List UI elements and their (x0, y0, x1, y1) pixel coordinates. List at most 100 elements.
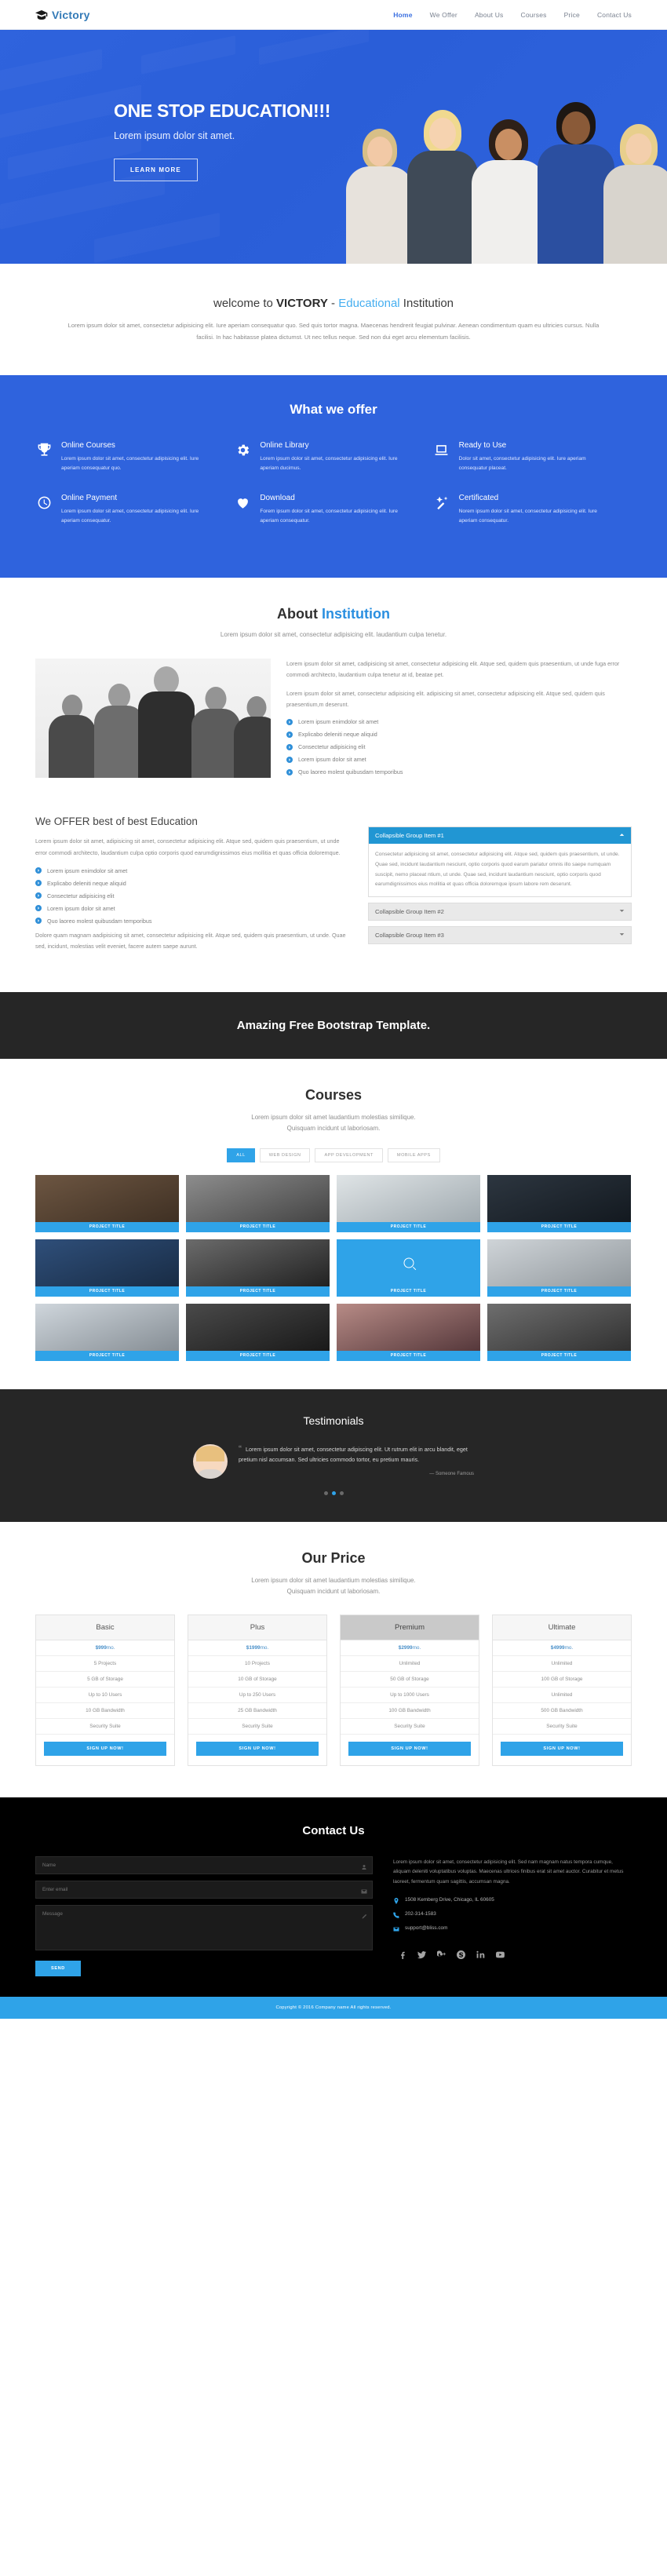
contact-title: Contact Us (302, 1823, 365, 1837)
list-item-label: Quo laoreo molest quibusdam temporibus (298, 768, 403, 776)
about-title: About Institution (35, 606, 632, 622)
plan-feature: 5 Projects (36, 1656, 174, 1672)
course-caption: PROJECT TITLE (487, 1286, 631, 1297)
brand-name: Victory (52, 8, 90, 21)
best-education-section: We OFFER best of best Education Lorem ip… (0, 789, 667, 991)
course-caption: PROJECT TITLE (186, 1286, 330, 1297)
nav-item-we-offer[interactable]: We Offer (430, 11, 457, 19)
heart-icon (234, 494, 251, 526)
offer-item-certificated: Certificated Norem ipsum dolor sit amet,… (433, 494, 632, 526)
check-circle-icon (35, 905, 42, 912)
email-input[interactable] (35, 1880, 373, 1899)
carousel-dot-2[interactable] (331, 1491, 336, 1495)
check-circle-icon (286, 718, 293, 725)
contact-email: support@bliss.com (393, 1925, 632, 1932)
signup-button[interactable]: SIGN UP NOW! (348, 1741, 471, 1756)
nav-item-price[interactable]: Price (564, 11, 580, 19)
course-card[interactable]: PROJECT TITLE (487, 1303, 631, 1361)
skype-icon[interactable] (457, 1950, 465, 1960)
twitter-icon[interactable] (417, 1950, 426, 1959)
course-card[interactable]: PROJECT TITLE (186, 1174, 330, 1232)
course-card[interactable]: PROJECT TITLE (337, 1303, 480, 1361)
filter-app-development[interactable]: APP DEVELOPMENT (315, 1148, 383, 1162)
list-item-label: Lorem ipsum dolor sit amet (298, 756, 366, 764)
hero-title: ONE STOP EDUCATION!!! (114, 100, 331, 122)
hero-students-photo (337, 61, 667, 264)
course-caption: PROJECT TITLE (35, 1286, 179, 1297)
nav-item-home[interactable]: Home (393, 11, 412, 19)
course-card[interactable]: PROJECT TITLE (186, 1239, 330, 1297)
plan-price: $2999mo. (341, 1640, 479, 1656)
about-paragraph-1: Lorem ipsum dolor sit amet, cadipisicing… (286, 660, 620, 679)
nav-item-about-us[interactable]: About Us (475, 11, 504, 19)
filter-web-design[interactable]: WEB DESIGN (259, 1148, 311, 1162)
quote-icon: “ (239, 1443, 242, 1454)
course-card-hover[interactable]: PROJECT TITLE (337, 1239, 480, 1297)
carousel-dot-3[interactable] (339, 1491, 344, 1495)
course-caption: PROJECT TITLE (487, 1221, 631, 1232)
plan-feature: 10 Projects (188, 1656, 326, 1672)
accordion-header-3[interactable]: Collapsible Group Item #3 (369, 926, 631, 943)
offer-item-text: Forem ipsum dolor sit amet, consectetur … (260, 508, 398, 524)
plan-price-value: $1999 (246, 1644, 261, 1651)
course-caption: PROJECT TITLE (337, 1221, 480, 1232)
pricing-plan-ultimate: Ultimate $4999mo. Unlimited 100 GB of St… (492, 1614, 632, 1766)
plan-feature: Security Suite (36, 1719, 174, 1735)
about-students-photo (35, 659, 271, 779)
plan-name: Plus (188, 1615, 326, 1640)
accordion-header-2[interactable]: Collapsible Group Item #2 (369, 903, 631, 920)
google-plus-icon[interactable] (436, 1950, 446, 1958)
linkedin-icon[interactable] (476, 1950, 485, 1958)
check-circle-icon (286, 743, 293, 750)
offer-item-text: Lorem ipsum dolor sit amet, consectetur … (61, 508, 199, 524)
avatar (193, 1443, 228, 1479)
youtube-icon[interactable] (496, 1950, 505, 1958)
facebook-icon[interactable] (398, 1950, 406, 1960)
course-card[interactable]: PROJECT TITLE (35, 1174, 179, 1232)
course-card[interactable]: PROJECT TITLE (186, 1303, 330, 1361)
list-item-label: Quo laoreo molest quibusdam temporibus (47, 917, 152, 925)
cta-title: Amazing Free Bootstrap Template. (236, 1018, 431, 1032)
learn-more-button[interactable]: LEARN MORE (114, 158, 198, 181)
nav-item-contact-us[interactable]: Contact Us (597, 11, 632, 19)
plan-price: $4999mo. (493, 1640, 631, 1656)
course-card[interactable]: PROJECT TITLE (487, 1174, 631, 1232)
offer-item-title: Online Courses (61, 440, 115, 450)
check-circle-icon (35, 867, 42, 874)
plan-feature: 100 GB of Storage (493, 1672, 631, 1688)
accordion-title: Collapsible Group Item #3 (375, 931, 444, 939)
brand-logo[interactable]: Victory (35, 9, 90, 21)
testimonial-quote: Lorem ipsum dolor sit amet, consectetur … (239, 1445, 468, 1464)
list-item: Lorem ipsum enimdolor sit amet (286, 718, 632, 725)
accordion-header-1[interactable]: Collapsible Group Item #1 (369, 827, 631, 845)
name-input[interactable] (35, 1855, 373, 1874)
carousel-dot-1[interactable] (323, 1491, 328, 1495)
hero-banner: ONE STOP EDUCATION!!! Lorem ipsum dolor … (0, 30, 667, 264)
signup-button[interactable]: SIGN UP NOW! (44, 1741, 166, 1756)
pencil-icon (361, 1910, 367, 1919)
gear-icon (234, 441, 251, 473)
chevron-down-icon (619, 932, 625, 939)
signup-button[interactable]: SIGN UP NOW! (501, 1741, 623, 1756)
message-input[interactable] (35, 1904, 373, 1950)
filter-mobile-apps[interactable]: MOBILE APPS (387, 1148, 440, 1162)
contact-info: Lorem ipsum dolor sit amet, consectetur … (393, 1856, 632, 1976)
plan-price-suffix: mo. (106, 1644, 115, 1651)
course-card[interactable]: PROJECT TITLE (35, 1303, 179, 1361)
welcome-title-pre: welcome to (213, 297, 277, 310)
course-card[interactable]: PROJECT TITLE (487, 1239, 631, 1297)
best-paragraph-1: Lorem ipsum dolor sit amet, adipisicing … (35, 837, 341, 856)
list-item: Consectetur adipisicing elit (286, 743, 632, 750)
course-card[interactable]: PROJECT TITLE (35, 1239, 179, 1297)
signup-button[interactable]: SIGN UP NOW! (196, 1741, 319, 1756)
plan-feature: Unlimited (493, 1656, 631, 1672)
plan-price-suffix: mo. (564, 1644, 574, 1651)
courses-section: Courses Lorem ipsum dolor sit amet lauda… (0, 1059, 667, 1389)
pricing-plan-premium: Premium $2999mo. Unlimited 50 GB of Stor… (340, 1614, 479, 1766)
send-button[interactable]: SEND (35, 1960, 81, 1976)
filter-all[interactable]: ALL (227, 1148, 255, 1162)
nav-item-courses[interactable]: Courses (521, 11, 547, 19)
accordion: Collapsible Group Item #1 Consectetur ad… (368, 815, 632, 949)
course-card[interactable]: PROJECT TITLE (337, 1174, 480, 1232)
pricing-lead-line-1: Lorem ipsum dolor sit amet laudantium mo… (251, 1576, 416, 1584)
